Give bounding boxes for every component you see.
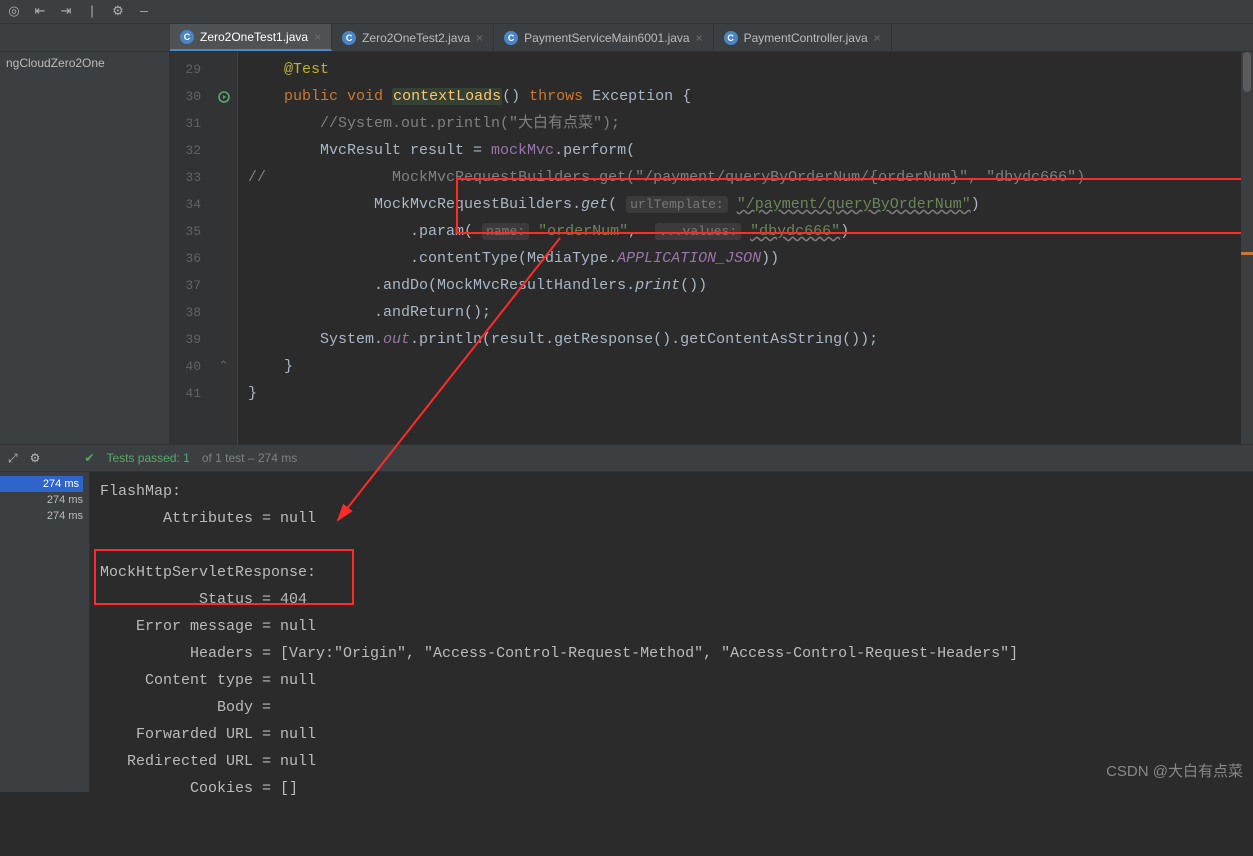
code-editor[interactable]: 29 30 31 32 33 34 35 36 37 38 39 40 41 ⌃… xyxy=(170,52,1253,444)
console-output[interactable]: FlashMap: Attributes = null MockHttpServ… xyxy=(90,472,1253,792)
console-line: Headers = [Vary:"Origin", "Access-Contro… xyxy=(100,645,1018,662)
editor-scrollbar[interactable] xyxy=(1241,52,1253,444)
expand-window-icon[interactable]: ⤢ xyxy=(8,451,18,466)
code-line: //System.out.println("大白有点菜"); xyxy=(320,115,620,132)
scrollbar-mark xyxy=(1241,252,1253,255)
tab-paymentcontroller[interactable]: C PaymentController.java × xyxy=(714,24,892,51)
console-line: Content type = null xyxy=(100,672,316,689)
tab-label: Zero2OneTest2.java xyxy=(362,31,470,45)
tab-label: PaymentServiceMain6001.java xyxy=(524,31,689,45)
target-icon[interactable]: ◎ xyxy=(6,4,22,20)
console-line: MockHttpServletResponse: xyxy=(100,564,316,581)
java-file-icon: C xyxy=(504,31,518,45)
console-line: Attributes = null xyxy=(100,510,316,527)
watermark: CSDN @大白有点菜 xyxy=(1106,760,1243,781)
close-icon[interactable]: × xyxy=(476,31,483,45)
console-line: Redirected URL = null xyxy=(100,753,316,770)
code-line: } xyxy=(248,385,257,402)
gear-icon[interactable]: ⚙ xyxy=(110,4,126,20)
console-line: Status = 404 xyxy=(100,591,307,608)
console-line: Error message = null xyxy=(100,618,316,635)
editor-tabs: C Zero2OneTest1.java × C Zero2OneTest2.j… xyxy=(0,24,1253,52)
code-content[interactable]: @Test public void contextLoads() throws … xyxy=(238,52,1253,444)
editor-main: ngCloudZero2One 29 30 31 32 33 34 35 36 … xyxy=(0,52,1253,444)
code-line: @Test xyxy=(284,61,329,78)
console-line: FlashMap: xyxy=(100,483,181,500)
divider-icon: | xyxy=(84,4,100,20)
run-icon[interactable] xyxy=(210,83,237,110)
test-duration-row[interactable]: 274 ms xyxy=(0,476,83,492)
tab-label: Zero2OneTest1.java xyxy=(200,30,308,44)
java-file-icon: C xyxy=(724,31,738,45)
hide-icon[interactable]: — xyxy=(136,4,152,20)
tests-passed-label: Tests passed: 1 xyxy=(106,451,189,465)
collapse-icon[interactable]: ⇤ xyxy=(32,4,48,20)
java-file-icon: C xyxy=(342,31,356,45)
fold-icon[interactable]: ⌃ xyxy=(210,353,237,380)
scrollbar-thumb[interactable] xyxy=(1243,52,1251,92)
project-tree[interactable]: ngCloudZero2One xyxy=(0,52,170,444)
code-line: } xyxy=(284,358,293,375)
tab-label: PaymentController.java xyxy=(744,31,868,45)
close-icon[interactable]: × xyxy=(696,31,703,45)
project-root[interactable]: ngCloudZero2One xyxy=(6,56,105,70)
check-icon: ✔ xyxy=(84,451,94,465)
java-file-icon: C xyxy=(180,30,194,44)
tab-zero2onetest1[interactable]: C Zero2OneTest1.java × xyxy=(170,24,332,51)
expand-icon[interactable]: ⇥ xyxy=(58,4,74,20)
test-toolbar: ⤢ ⚙ ✔ Tests passed: 1 of 1 test – 274 ms xyxy=(0,444,1253,472)
tab-zero2onetest2[interactable]: C Zero2OneTest2.java × xyxy=(332,24,494,51)
close-icon[interactable]: × xyxy=(874,31,881,45)
console-line: Body = xyxy=(100,699,280,716)
test-tree[interactable]: 274 ms 274 ms 274 ms xyxy=(0,472,90,792)
console-line: Forwarded URL = null xyxy=(100,726,316,743)
annotation-gutter: ⌃ xyxy=(210,52,238,444)
console-line: Cookies = [] xyxy=(100,780,298,797)
code-line: .andReturn(); xyxy=(374,304,491,321)
gear-icon[interactable]: ⚙ xyxy=(30,451,41,465)
line-gutter: 29 30 31 32 33 34 35 36 37 38 39 40 41 xyxy=(170,52,210,444)
test-duration-row[interactable]: 274 ms xyxy=(47,510,83,522)
console-wrap: 274 ms 274 ms 274 ms FlashMap: Attribute… xyxy=(0,472,1253,792)
toolbar: ◎ ⇤ ⇥ | ⚙ — xyxy=(0,0,1253,24)
test-duration-row[interactable]: 274 ms xyxy=(47,494,83,506)
tab-paymentservicemain[interactable]: C PaymentServiceMain6001.java × xyxy=(494,24,713,51)
close-icon[interactable]: × xyxy=(314,30,321,44)
